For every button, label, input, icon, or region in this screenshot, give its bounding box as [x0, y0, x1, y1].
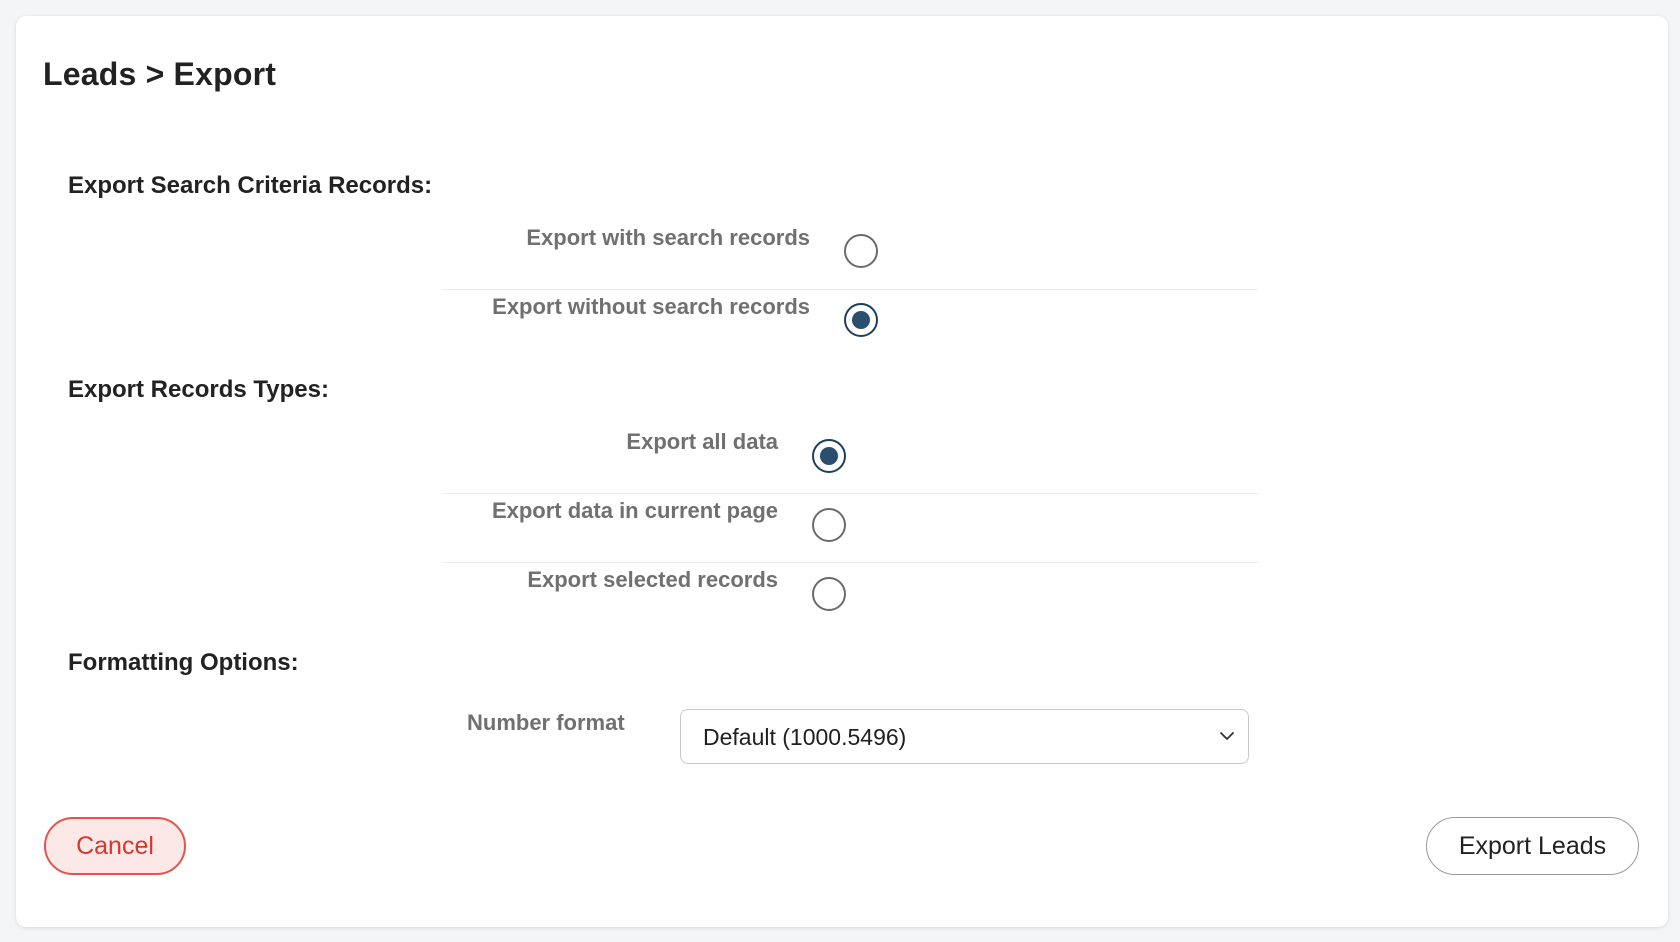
option-row-all-data: Export all data [442, 425, 1258, 494]
number-format-value: Default (1000.5496) [703, 724, 907, 750]
section-title-record-types: Export Records Types: [68, 376, 329, 403]
option-label-all-data: Export all data [626, 429, 778, 454]
radio-export-all-data[interactable] [812, 439, 846, 473]
option-label-current-page: Export data in current page [491, 498, 778, 523]
section-title-search-criteria: Export Search Criteria Records: [68, 172, 433, 199]
radio-with-search-records[interactable] [844, 234, 878, 268]
option-row-selected-records: Export selected records [442, 563, 1258, 632]
option-label-without-search: Export without search records [492, 294, 810, 319]
chevron-down-icon [1220, 732, 1234, 740]
radio-export-selected-records[interactable] [812, 577, 846, 611]
page-title: Leads > Export [43, 56, 277, 92]
section-title-formatting: Formatting Options: [68, 649, 299, 676]
number-format-select[interactable]: Default (1000.5496) [680, 709, 1249, 764]
option-row-with-search: Export with search records [442, 221, 1258, 290]
export-leads-button[interactable]: Export Leads [1426, 817, 1639, 875]
number-format-label: Number format [467, 710, 625, 735]
cancel-button[interactable]: Cancel [44, 817, 186, 875]
option-row-current-page: Export data in current page [442, 494, 1258, 563]
option-label-with-search: Export with search records [526, 225, 810, 250]
radio-export-current-page[interactable] [812, 508, 846, 542]
radio-without-search-records[interactable] [844, 303, 878, 337]
option-row-without-search: Export without search records [442, 290, 1258, 359]
option-label-selected-records: Export selected records [527, 567, 778, 592]
export-card: Leads > Export Export Search Criteria Re… [16, 16, 1668, 927]
